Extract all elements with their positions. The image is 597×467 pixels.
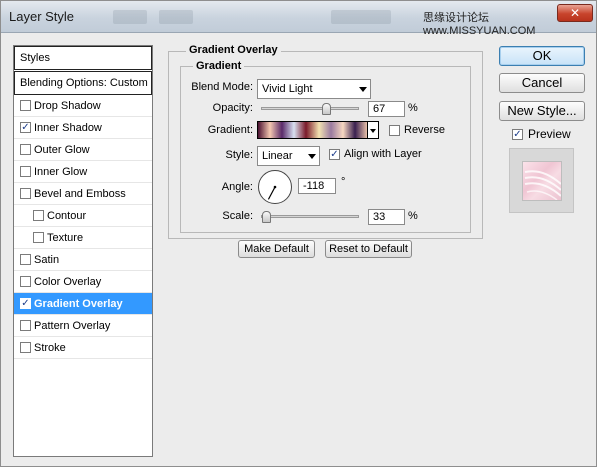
style-item-color-overlay[interactable]: Color Overlay [14,271,152,293]
blending-options-item[interactable]: Blending Options: Custom [14,71,152,95]
style-item-checkbox[interactable]: ✓ [20,122,31,133]
style-item-label: Contour [47,210,87,222]
style-item-inner-shadow[interactable]: ✓ Inner Shadow [14,117,152,139]
angle-needle-icon [267,185,277,200]
style-item-label: Drop Shadow [34,100,101,112]
make-default-button[interactable]: Make Default [238,240,315,258]
gradient-label: Gradient: [207,124,253,136]
style-item-label: Inner Glow [34,166,88,178]
close-button[interactable]: ✕ [557,4,593,22]
reverse-checkbox[interactable] [389,125,400,136]
style-item-label: Texture [47,232,84,244]
cancel-button[interactable]: Cancel [499,73,585,93]
style-item-contour[interactable]: Contour [14,205,152,227]
opacity-input[interactable]: 67 [368,101,405,117]
faded-toolbar-icon [159,10,193,24]
preview-checkbox[interactable]: ✓ [512,129,523,140]
style-select[interactable]: Linear [257,146,320,166]
style-item-label: Color Overlay [34,276,102,288]
style-item-drop-shadow[interactable]: Drop Shadow [14,95,152,117]
chevron-down-icon [359,87,367,92]
angle-label: Angle: [221,181,253,193]
styles-header[interactable]: Styles [14,46,152,70]
angle-unit: ° [341,176,346,188]
style-item-label: Pattern Overlay [34,320,111,332]
chevron-down-icon [308,154,316,159]
scale-unit: % [408,210,418,222]
style-item-satin[interactable]: Satin [14,249,152,271]
blend-mode-select[interactable]: Vivid Light [257,79,371,99]
scale-slider-track[interactable] [261,215,359,218]
style-item-label: Inner Shadow [34,122,102,134]
style-item-texture[interactable]: Texture [14,227,152,249]
align-with-layer-checkbox[interactable]: ✓ [329,149,340,160]
opacity-slider-thumb[interactable] [322,103,332,115]
style-item-checkbox[interactable]: ✓ [20,298,31,309]
style-item-checkbox[interactable] [20,166,31,177]
style-label: Style: [225,149,253,161]
style-item-label: Satin [34,254,60,266]
styles-list: Styles Blending Options: Custom Drop Sha… [13,45,153,457]
style-item-checkbox[interactable] [33,210,44,221]
gradient-subgroup-title: Gradient [193,60,245,72]
style-item-label: Outer Glow [34,144,90,156]
style-item-checkbox[interactable] [20,188,31,199]
preview-swirl-icon [524,170,561,200]
align-with-layer-label: Align with Layer [344,148,422,160]
scale-slider-thumb[interactable] [262,211,272,223]
section-title: Gradient Overlay [186,44,281,56]
style-item-stroke[interactable]: Stroke [14,337,152,359]
title-bar[interactable]: Layer Style 思缘设计论坛 www.MISSYUAN.COM ✕ [1,1,596,37]
blend-mode-value: Vivid Light [262,83,313,95]
style-item-bevel-and-emboss[interactable]: Bevel and Emboss [14,183,152,205]
opacity-unit: % [408,102,418,114]
faded-toolbar-icon [113,10,147,24]
chevron-down-icon [370,129,376,133]
reset-to-default-button[interactable]: Reset to Default [325,240,412,258]
style-item-outer-glow[interactable]: Outer Glow [14,139,152,161]
angle-dial[interactable] [258,170,292,204]
style-item-label: Bevel and Emboss [34,188,126,200]
gradient-swatch[interactable] [257,121,368,139]
style-item-checkbox[interactable] [20,276,31,287]
style-item-checkbox[interactable] [20,320,31,331]
style-item-checkbox[interactable] [20,144,31,155]
opacity-label: Opacity: [212,102,253,114]
style-value: Linear [262,150,293,162]
preview-thumbnail [522,161,562,201]
preview-label: Preview [528,127,571,141]
opacity-slider-track[interactable] [261,107,359,110]
style-item-label: Stroke [34,342,66,354]
ok-button[interactable]: OK [499,46,585,66]
style-item-inner-glow[interactable]: Inner Glow [14,161,152,183]
new-style-button[interactable]: New Style... [499,101,585,121]
scale-label: Scale: [222,210,253,222]
style-item-checkbox[interactable] [33,232,44,243]
dialog-title: Layer Style [9,9,75,24]
style-item-checkbox[interactable] [20,100,31,111]
reverse-label: Reverse [404,124,445,136]
faded-toolbar-button [331,10,391,24]
style-item-checkbox[interactable] [20,254,31,265]
style-item-checkbox[interactable] [20,342,31,353]
gradient-picker-button[interactable] [368,121,379,139]
blend-mode-label: Blend Mode: [191,81,253,93]
scale-input[interactable]: 33 [368,209,405,225]
style-item-label: Gradient Overlay [34,298,123,310]
angle-input[interactable]: -118 [298,178,336,194]
style-item-gradient-overlay[interactable]: ✓ Gradient Overlay [14,293,152,315]
style-item-pattern-overlay[interactable]: Pattern Overlay [14,315,152,337]
style-preview [509,148,574,213]
layer-style-dialog: Layer Style 思缘设计论坛 www.MISSYUAN.COM ✕ St… [0,0,597,467]
